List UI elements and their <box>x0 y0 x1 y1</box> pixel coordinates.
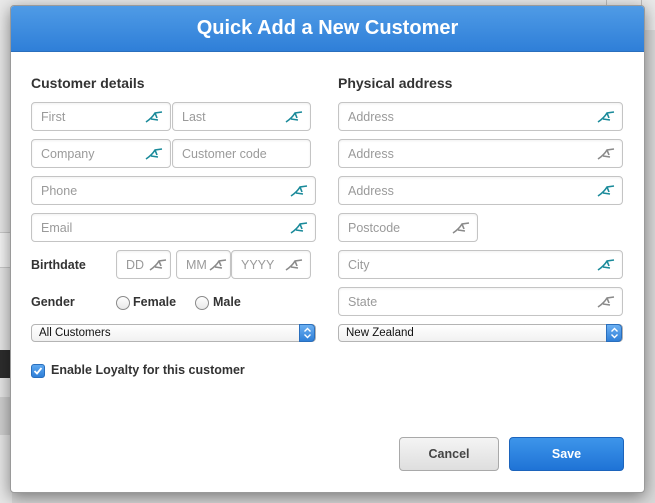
autofill-icon <box>597 184 615 198</box>
address-line-2-placeholder: Address <box>348 147 394 161</box>
save-button[interactable]: Save <box>509 437 624 471</box>
autofill-icon <box>597 295 615 309</box>
autofill-icon <box>597 258 615 272</box>
company-field[interactable]: Company <box>31 139 171 168</box>
gender-female-radio[interactable] <box>116 296 130 310</box>
birthdate-year-field[interactable]: YYYY <box>231 250 311 279</box>
email-placeholder: Email <box>41 221 73 235</box>
autofill-icon <box>285 110 303 124</box>
last-name-placeholder: Last <box>182 110 206 124</box>
gender-male-label: Male <box>213 295 241 309</box>
autofill-icon <box>597 110 615 124</box>
select-chevron-icon <box>299 324 315 342</box>
state-placeholder: State <box>348 295 378 309</box>
country-select[interactable]: New Zealand <box>338 324 623 342</box>
email-field[interactable]: Email <box>31 213 316 242</box>
loyalty-label: Enable Loyalty for this customer <box>51 363 245 377</box>
postcode-placeholder: Postcode <box>348 221 401 235</box>
birthdate-month-field[interactable]: MM <box>176 250 231 279</box>
first-name-placeholder: First <box>41 110 66 124</box>
birthdate-label: Birthdate <box>31 258 86 272</box>
first-name-field[interactable]: First <box>31 102 171 131</box>
autofill-icon <box>149 258 167 272</box>
address-line-1-field[interactable]: Address <box>338 102 623 131</box>
city-field[interactable]: City <box>338 250 623 279</box>
city-placeholder: City <box>348 258 370 272</box>
autofill-icon <box>145 147 163 161</box>
company-placeholder: Company <box>41 147 95 161</box>
autofill-icon <box>597 147 615 161</box>
autofill-icon <box>209 258 227 272</box>
quick-add-customer-dialog: Quick Add a New Customer Customer detail… <box>10 5 645 493</box>
dialog-title: Quick Add a New Customer <box>196 17 459 39</box>
last-name-field[interactable]: Last <box>172 102 311 131</box>
birthdate-day-placeholder: DD <box>126 258 145 272</box>
autofill-icon <box>145 110 163 124</box>
address-line-2-field[interactable]: Address <box>338 139 623 168</box>
customer-details-heading: Customer details <box>31 75 145 91</box>
customer-code-field[interactable]: Customer code <box>172 139 311 168</box>
birthdate-year-placeholder: YYYY <box>241 258 275 272</box>
gender-male-radio[interactable] <box>195 296 209 310</box>
phone-field[interactable]: Phone <box>31 176 316 205</box>
cancel-button[interactable]: Cancel <box>399 437 499 471</box>
autofill-icon <box>290 184 308 198</box>
customer-code-placeholder: Customer code <box>182 147 267 161</box>
customer-group-value: All Customers <box>39 327 111 339</box>
birthdate-month-placeholder: MM <box>186 258 207 272</box>
autofill-icon <box>285 258 303 272</box>
cancel-button-label: Cancel <box>428 447 470 461</box>
select-chevron-icon <box>606 324 622 342</box>
birthdate-day-field[interactable]: DD <box>116 250 171 279</box>
physical-address-heading: Physical address <box>338 75 453 91</box>
save-button-label: Save <box>551 447 582 461</box>
address-line-1-placeholder: Address <box>348 110 394 124</box>
postcode-field[interactable]: Postcode <box>338 213 478 242</box>
customer-group-select[interactable]: All Customers <box>31 324 316 342</box>
address-line-3-field[interactable]: Address <box>338 176 623 205</box>
autofill-icon <box>452 221 470 235</box>
gender-female-label: Female <box>133 295 177 309</box>
country-value: New Zealand <box>346 327 414 339</box>
phone-placeholder: Phone <box>41 184 78 198</box>
autofill-icon <box>290 221 308 235</box>
loyalty-checkbox[interactable] <box>31 364 45 378</box>
gender-label: Gender <box>31 295 75 309</box>
address-line-3-placeholder: Address <box>348 184 394 198</box>
state-field[interactable]: State <box>338 287 623 316</box>
dialog-header: Quick Add a New Customer <box>11 6 644 52</box>
